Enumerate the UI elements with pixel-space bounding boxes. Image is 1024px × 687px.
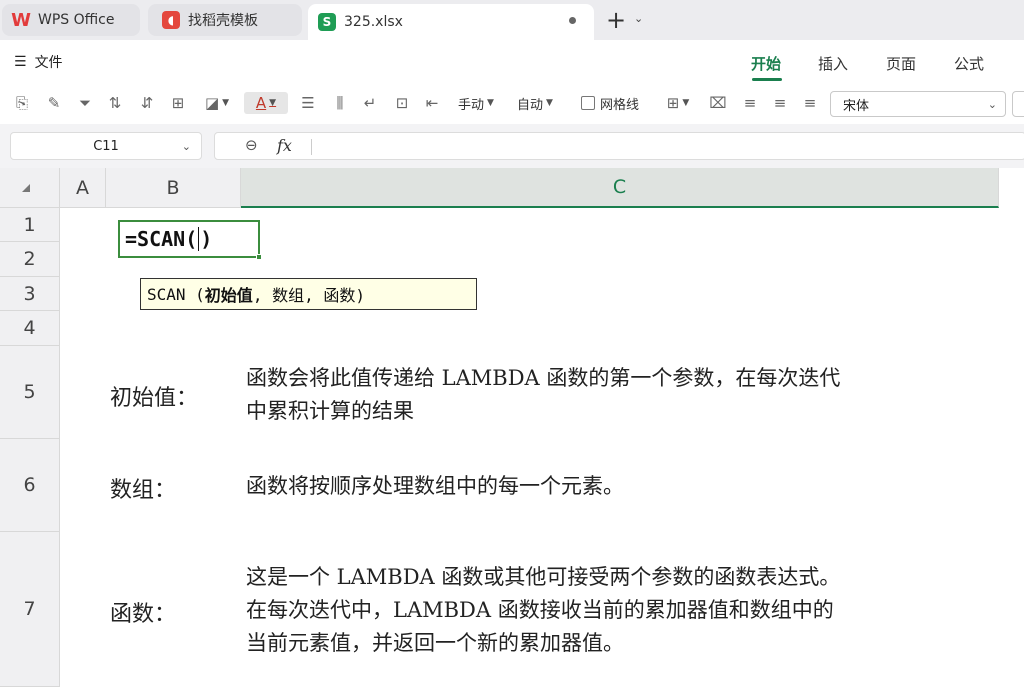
new-tab-icon[interactable]: + <box>606 6 626 34</box>
fx-icon[interactable]: fx <box>277 136 292 155</box>
param-desc-initial: 函数会将此值传递给 LAMBDA 函数的第一个参数，在每次迭代 中累积计算的结果 <box>246 366 841 423</box>
docer-logo-icon: ◖ <box>162 11 180 29</box>
chevron-down-icon: ⌄ <box>987 97 997 111</box>
param-desc-array: 函数将按顺序处理数组中的每一个元素。 <box>246 474 624 498</box>
auto-calc-dropdown[interactable]: 自动 ▼ <box>510 92 560 114</box>
fill-color-icon[interactable]: ◪ ▼ <box>198 92 236 114</box>
ribbon-menu-row: ☰ 文件 开始 插入 页面 公式 <box>0 40 1024 84</box>
column-header-c[interactable]: C <box>241 168 999 208</box>
fill-handle[interactable] <box>256 254 262 260</box>
text-cursor <box>198 227 200 251</box>
title-tab-bar: W WPS Office ◖ 找稻壳模板 S 325.xlsx + ⌄ <box>0 0 1024 40</box>
param-label-array: 数组： <box>110 478 177 503</box>
font-family-select[interactable]: 宋体 ⌄ <box>830 91 1006 117</box>
align-distribute-icon[interactable]: ☰ <box>298 92 318 114</box>
table-style-icon[interactable]: ⊞ ▼ <box>660 92 696 114</box>
param-label-initial: 初始值： <box>110 386 199 411</box>
active-tab-indicator <box>752 78 782 81</box>
divider <box>311 139 312 155</box>
tab-wps-office[interactable]: W WPS Office <box>2 4 140 36</box>
file-menu-button[interactable]: ☰ 文件 <box>14 52 63 72</box>
align-right-icon[interactable]: ≡ <box>800 92 820 114</box>
tab-insert[interactable]: 插入 <box>818 53 848 74</box>
tab-page[interactable]: 页面 <box>886 53 916 74</box>
column-header-a[interactable]: A <box>60 168 106 208</box>
active-cell-editor[interactable]: =SCAN() <box>118 220 262 260</box>
spreadsheet-grid[interactable]: A B C 1 2 3 4 5 6 7 =SCAN() SCAN (初始值, 数… <box>0 168 1024 687</box>
chevron-down-icon[interactable]: ⌄ <box>634 12 643 25</box>
tab-home[interactable]: 开始 <box>751 53 781 74</box>
zoom-icon[interactable]: ⊖ <box>245 136 258 154</box>
manual-calc-dropdown[interactable]: 手动 ▼ <box>452 92 500 114</box>
param-desc-function: 这是一个 LAMBDA 函数或其他可接受两个参数的函数表达式。 在每次迭代中，L… <box>246 565 841 655</box>
tab-template[interactable]: ◖ 找稻壳模板 <box>148 4 302 36</box>
hamburger-icon: ☰ <box>14 54 27 70</box>
row-header-4[interactable]: 4 <box>0 311 60 346</box>
column-header-b[interactable]: B <box>106 168 241 208</box>
align-left-icon[interactable]: ≡ <box>740 92 760 114</box>
select-all-corner[interactable] <box>0 168 60 208</box>
align-center-icon[interactable]: ≡ <box>770 92 790 114</box>
sort-descending-icon[interactable]: ⇵ <box>136 92 158 114</box>
current-argument: 初始值 <box>204 286 253 305</box>
filter-icon[interactable]: ⏷ <box>76 92 94 114</box>
wps-logo-icon: W <box>11 9 31 31</box>
tab-label: 找稻壳模板 <box>188 13 258 29</box>
param-label-function: 函数： <box>110 602 177 627</box>
ribbon-toolbar: ⎘ ✎ ⏷ ⇅ ⇵ ⊞ ◪ ▼ A ▼ ☰ ⫼ ↵ ⊡ ⇤ 手动 ▼ 自动 ▼ 网格线 … <box>0 84 1024 124</box>
unsaved-dot-icon[interactable] <box>569 17 576 24</box>
tab-label: WPS Office <box>38 12 115 28</box>
tab-label: 325.xlsx <box>344 14 403 30</box>
spreadsheet-icon: S <box>318 13 336 31</box>
merge-cells-icon[interactable]: ⊡ <box>392 92 412 114</box>
row-header-6[interactable]: 6 <box>0 439 60 532</box>
row-header-7[interactable]: 7 <box>0 532 60 687</box>
formula-bar: C11 ⌄ ⊖ fx <box>0 124 1024 168</box>
sort-ascending-icon[interactable]: ⇅ <box>104 92 126 114</box>
gridlines-checkbox[interactable]: 网格线 <box>574 92 646 114</box>
column-width-icon[interactable]: ⫼ <box>330 92 350 114</box>
format-painter-icon[interactable]: ✎ <box>44 92 64 114</box>
clear-format-icon[interactable]: ⌧ <box>706 92 730 114</box>
font-size-select[interactable] <box>1012 91 1024 117</box>
freeze-panes-icon[interactable]: ⇤ <box>422 92 442 114</box>
paste-icon[interactable]: ⎘ <box>12 92 32 114</box>
font-color-icon[interactable]: A ▼ <box>244 92 288 114</box>
tab-file[interactable]: S 325.xlsx <box>308 4 594 40</box>
checkbox-icon <box>580 96 595 110</box>
formula-input[interactable]: ⊖ fx <box>214 132 1024 160</box>
row-header-1[interactable]: 1 <box>0 208 60 242</box>
row-header-2[interactable]: 2 <box>0 242 60 277</box>
name-box[interactable]: C11 ⌄ <box>10 132 202 160</box>
row-header-3[interactable]: 3 <box>0 277 60 311</box>
wrap-text-icon[interactable]: ↵ <box>360 92 380 114</box>
function-signature-tooltip: SCAN (初始值, 数组, 函数) <box>140 278 477 310</box>
file-menu-label: 文件 <box>34 55 63 71</box>
chevron-down-icon: ⌄ <box>181 139 191 153</box>
tab-formula[interactable]: 公式 <box>954 53 984 74</box>
row-header-5[interactable]: 5 <box>0 346 60 439</box>
border-icon[interactable]: ⊞ <box>168 92 188 114</box>
